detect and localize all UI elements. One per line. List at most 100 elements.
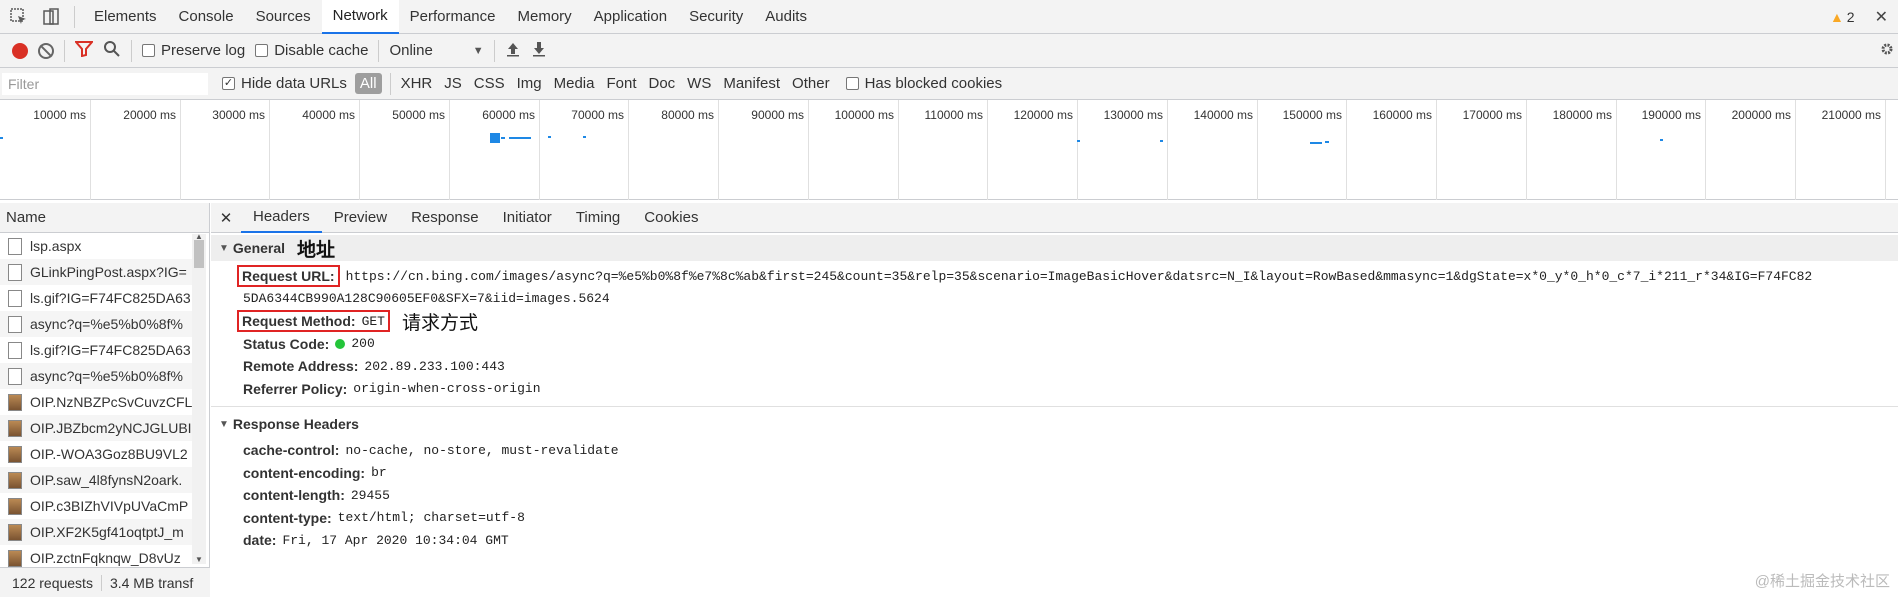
timeline-tick-label: 120000 ms — [1013, 108, 1073, 122]
response-header-row: content-length: 29455 — [211, 484, 1898, 507]
checkbox-box[interactable] — [255, 44, 269, 57]
tab-initiator[interactable]: Initiator — [491, 203, 564, 233]
settings-gear-icon[interactable] — [1880, 42, 1894, 59]
tab-preview[interactable]: Preview — [322, 203, 399, 233]
tab-headers[interactable]: Headers — [241, 203, 322, 233]
tab-elements[interactable]: Elements — [83, 0, 168, 34]
filter-type-manifest[interactable]: Manifest — [723, 75, 780, 92]
request-method-highlight: Request Method: GET — [237, 310, 390, 333]
record-icon[interactable] — [12, 42, 28, 59]
request-row[interactable]: ls.gif?IG=F74FC825DA63 — [0, 285, 192, 311]
request-row[interactable]: GLinkPingPost.aspx?IG= — [0, 259, 192, 285]
device-toolbar-icon[interactable] — [38, 4, 64, 30]
timeline-gridline — [898, 100, 899, 200]
request-row[interactable]: OIP.-WOA3Goz8BU9VL2 — [0, 441, 192, 467]
request-row[interactable]: OIP.saw_4l8fynsN2oark. — [0, 467, 192, 493]
scroll-down-icon[interactable]: ▼ — [195, 555, 203, 564]
checkbox-box[interactable] — [142, 44, 155, 57]
import-har-icon[interactable] — [505, 41, 521, 60]
checkbox-checked[interactable]: ✓ — [222, 77, 235, 90]
response-headers-section-header[interactable]: ▼ Response Headers — [211, 411, 1898, 437]
clear-icon[interactable] — [38, 42, 54, 59]
filter-type-media[interactable]: Media — [554, 75, 595, 92]
scroll-up-icon[interactable]: ▲ — [195, 232, 203, 241]
request-method-value: GET — [361, 313, 385, 329]
timeline-request-bar — [1660, 139, 1663, 141]
export-har-icon[interactable] — [531, 41, 547, 60]
filter-type-xhr[interactable]: XHR — [401, 75, 433, 92]
checkbox-box[interactable] — [845, 77, 859, 90]
filter-type-js[interactable]: JS — [444, 75, 462, 92]
request-row[interactable]: OIP.XF2K5gf41oqtptJ_m — [0, 519, 192, 545]
blocked-cookies-label: Has blocked cookies — [864, 75, 1003, 92]
close-details-icon[interactable]: ✕ — [211, 209, 241, 227]
close-icon[interactable]: ✕ — [1875, 7, 1888, 27]
filter-type-other[interactable]: Other — [792, 75, 830, 92]
filter-input[interactable]: Filter — [2, 72, 208, 95]
request-list-scrollbar[interactable]: ▲ ▼ — [192, 232, 206, 564]
tab-memory[interactable]: Memory — [507, 0, 583, 34]
blocked-cookies-checkbox[interactable]: Has blocked cookies — [845, 75, 1003, 92]
request-row[interactable]: lsp.aspx — [0, 233, 192, 259]
scrollbar-thumb[interactable] — [194, 240, 204, 268]
preserve-log-checkbox[interactable]: Preserve log — [142, 42, 245, 59]
filter-type-css[interactable]: CSS — [474, 75, 505, 92]
network-overview-timeline[interactable]: 10000 ms 20000 ms 30000 ms 40000 ms 50000 ms… — [0, 100, 1898, 200]
timeline-gridline — [1167, 100, 1168, 200]
request-row[interactable]: OIP.NzNBZPcSvCuvzCFL — [0, 389, 192, 415]
response-header-value: no-cache, no-store, must-revalidate — [345, 442, 619, 458]
image-file-icon — [8, 497, 22, 515]
timeline-tick-label: 10000 ms — [33, 108, 86, 122]
request-name: OIP.-WOA3Goz8BU9VL2 — [30, 446, 188, 462]
tab-sources[interactable]: Sources — [245, 0, 322, 34]
tab-application[interactable]: Application — [583, 0, 678, 34]
disable-cache-checkbox[interactable]: Disable cache — [255, 42, 368, 59]
search-icon[interactable] — [103, 40, 121, 61]
tab-response[interactable]: Response — [399, 203, 491, 233]
filter-type-all[interactable]: All — [354, 73, 382, 94]
throttling-select[interactable]: Online ▼ — [389, 42, 483, 59]
chevron-down-icon: ▼ — [472, 44, 484, 57]
inspect-element-icon[interactable] — [6, 4, 32, 30]
tab-network[interactable]: Network — [321, 0, 399, 34]
request-row[interactable]: OIP.c3BIZhVIVpUVaCmP — [0, 493, 192, 519]
tab-timing[interactable]: Timing — [564, 203, 632, 233]
request-url-value-continued: 5DA6344CB990A128C90605EF0&SFX=7&iid=imag… — [243, 291, 610, 307]
timeline-gridline — [1885, 100, 1886, 200]
request-row[interactable]: async?q=%e5%b0%8f% — [0, 363, 192, 389]
timeline-tick-label: 70000 ms — [571, 108, 624, 122]
timeline-tick-label: 130000 ms — [1103, 108, 1163, 122]
hide-data-urls-checkbox[interactable]: ✓ Hide data URLs — [222, 75, 347, 92]
timeline-gridline — [1257, 100, 1258, 200]
timeline-request-bar — [548, 136, 551, 138]
document-file-icon — [8, 263, 22, 281]
filter-type-doc[interactable]: Doc — [648, 75, 675, 92]
filter-icon[interactable] — [73, 41, 95, 60]
tab-console[interactable]: Console — [168, 0, 245, 34]
image-file-icon — [8, 445, 22, 463]
tab-audits[interactable]: Audits — [754, 0, 818, 34]
general-section-header[interactable]: ▼ General 地址 — [211, 235, 1898, 261]
request-name: OIP.NzNBZPcSvCuvzCFL — [30, 394, 192, 410]
status-code-key: Status Code: — [243, 335, 330, 352]
request-method-key: Request Method: — [242, 313, 356, 330]
name-column-header[interactable]: Name — [0, 203, 209, 233]
tab-performance[interactable]: Performance — [399, 0, 507, 34]
tab-security[interactable]: Security — [678, 0, 754, 34]
request-row[interactable]: async?q=%e5%b0%8f% — [0, 311, 192, 337]
filter-type-ws[interactable]: WS — [687, 75, 711, 92]
remote-address-value: 202.89.233.100:443 — [364, 358, 505, 374]
request-row[interactable]: OIP.JBZbcm2yNCJGLUBI — [0, 415, 192, 441]
request-row[interactable]: ls.gif?IG=F74FC825DA63 — [0, 337, 192, 363]
throttling-value: Online — [389, 42, 433, 59]
response-headers-list: cache-control: no-cache, no-store, must-r… — [211, 439, 1898, 552]
request-name: async?q=%e5%b0%8f% — [30, 316, 183, 332]
warnings-counter[interactable]: ▲ 2 — [1830, 9, 1855, 25]
filter-type-img[interactable]: Img — [517, 75, 542, 92]
timeline-tick-label: 150000 ms — [1282, 108, 1342, 122]
timeline-tick-label: 90000 ms — [751, 108, 804, 122]
tab-cookies[interactable]: Cookies — [632, 203, 710, 233]
timeline-gridline — [269, 100, 270, 200]
request-name: OIP.c3BIZhVIVpUVaCmP — [30, 498, 189, 514]
filter-type-font[interactable]: Font — [606, 75, 636, 92]
